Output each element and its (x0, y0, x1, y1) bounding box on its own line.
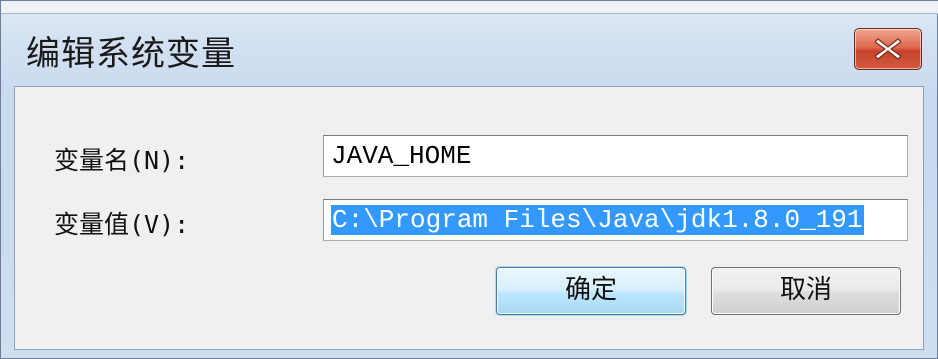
dialog-body: 变量名(N): JAVA_HOME 变量值(V): C:\Program Fil… (14, 86, 924, 350)
variable-value-input[interactable]: C:\Program Files\Java\jdk1.8.0_191 (323, 199, 908, 241)
variable-name-text: JAVA_HOME (331, 141, 472, 171)
dialog-title: 编辑系统变量 (26, 34, 236, 74)
title-bar[interactable]: 编辑系统变量 (2, 14, 936, 84)
close-button[interactable] (854, 28, 922, 70)
edit-system-variable-dialog: 编辑系统变量 变量名(N): JAVA_HOME 变量值(V): C:\Prog… (0, 0, 938, 359)
variable-value-selected-text: C:\Program Files\Java\jdk1.8.0_191 (331, 205, 864, 235)
close-icon (874, 38, 902, 60)
cancel-button[interactable]: 取消 (711, 267, 901, 315)
variable-name-input[interactable]: JAVA_HOME (323, 135, 908, 177)
ok-button[interactable]: 确定 (496, 267, 686, 315)
variable-name-label: 变量名(N): (54, 146, 190, 175)
variable-value-label: 变量值(V): (54, 210, 190, 239)
window-top-edge (1, 1, 938, 14)
